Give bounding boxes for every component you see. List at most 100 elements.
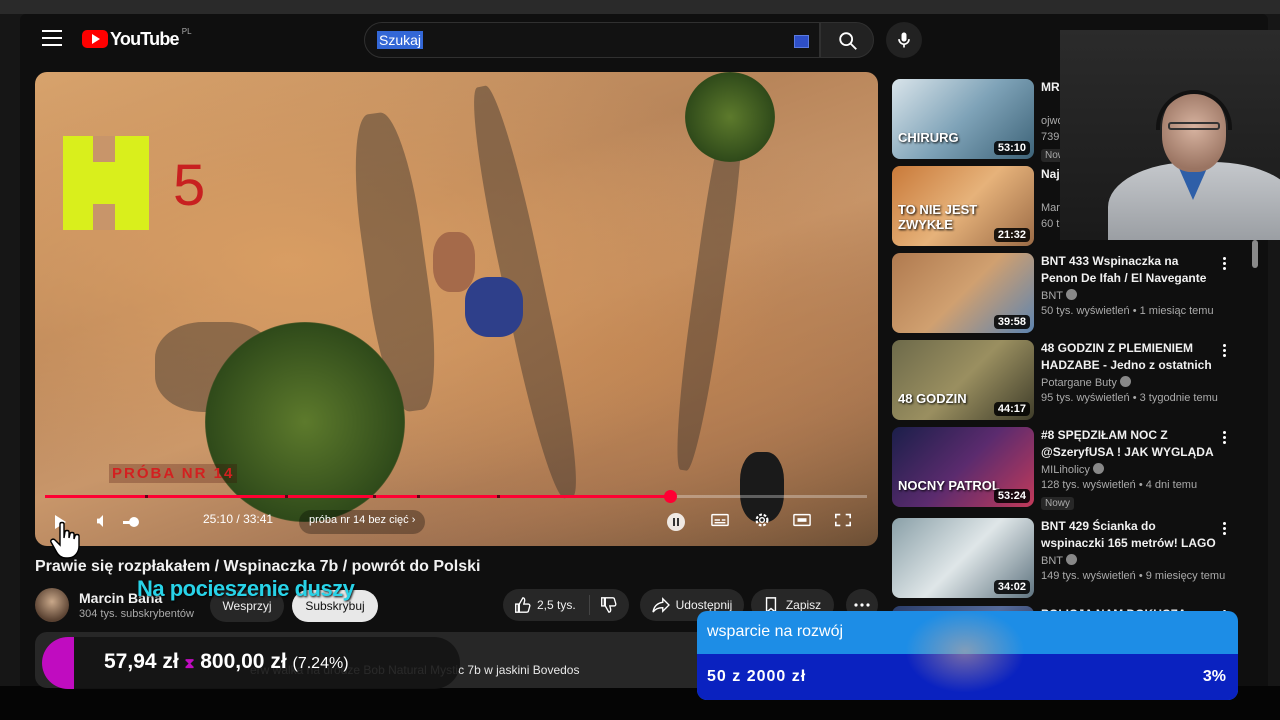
glasses-icon <box>1168 122 1220 130</box>
recommendation-channel[interactable]: MILiholicy <box>1041 463 1104 476</box>
volume-knob[interactable] <box>129 517 139 527</box>
search-input[interactable]: Szukaj <box>364 22 820 58</box>
progress-played <box>45 495 670 498</box>
channel-label: MILiholicy <box>1041 464 1090 476</box>
search-placeholder: Szukaj <box>377 31 424 49</box>
autoplay-toggle[interactable] <box>667 513 685 531</box>
recommendation-channel[interactable]: BNT <box>1041 554 1077 567</box>
chapter-marker <box>373 495 376 498</box>
sidebar-scrollbar[interactable] <box>1252 240 1258 268</box>
logo-text: YouTube <box>110 28 180 49</box>
recommendation-meta: 50 tys. wyświetleń • 1 miesiąc temu <box>1041 305 1214 317</box>
recommendation-channel[interactable]: Potargane Buty <box>1041 376 1131 389</box>
fullscreen-icon[interactable] <box>834 512 852 528</box>
donation-current: 57,94 zł <box>104 650 179 673</box>
video-frame-detail <box>205 322 405 522</box>
video-thumbnail[interactable]: 34:02 <box>892 518 1034 598</box>
video-thumbnail[interactable]: TO NIE JEST ZWYKŁE 21:32 <box>892 166 1034 246</box>
thumbnail-text: 48 GODZIN <box>898 391 967 406</box>
theater-mode-icon[interactable] <box>793 512 811 528</box>
video-duration: 34:02 <box>993 580 1030 594</box>
thumbnail-text: NOCNY PATROL <box>898 478 1000 493</box>
channel-avatar[interactable] <box>35 588 69 622</box>
recommendation-meta: 739 <box>1041 131 1060 143</box>
donation-percent: (7.24%) <box>292 655 349 672</box>
time-separator: / <box>236 512 240 526</box>
chapter-button[interactable]: próba nr 14 bez cięć › <box>299 510 426 534</box>
settings-gear-icon[interactable] <box>753 511 771 529</box>
verified-icon <box>1092 463 1104 474</box>
more-vertical-icon[interactable] <box>1223 522 1227 536</box>
recommendation-meta: 95 tys. wyświetleń • 3 tygodnie temu <box>1041 392 1218 404</box>
volume-icon[interactable] <box>97 515 103 527</box>
subscriber-count: 304 tys. subskrybentów <box>79 608 194 620</box>
recommendation-channel[interactable]: Mar <box>1041 202 1060 214</box>
subtitles-icon[interactable] <box>711 512 729 528</box>
like-count: 2,5 tys. <box>537 598 576 612</box>
video-player[interactable]: 5 PRÓBA NR 14 25:10 / 33:41 próba nr 14 … <box>35 72 878 546</box>
recommendation-title[interactable]: BNT 433 Wspinaczka na Penon De Ifah / El… <box>1041 253 1216 287</box>
logo-country-code: PL <box>181 26 192 36</box>
chapter-label: próba nr 14 bez cięć <box>309 514 409 526</box>
video-duration: 53:24 <box>993 489 1030 503</box>
verified-icon <box>1066 289 1077 300</box>
verified-icon <box>1119 376 1131 387</box>
share-icon <box>651 597 670 613</box>
save-label: Zapisz <box>785 598 822 612</box>
video-thumbnail[interactable]: NOCNY PATROL 53:24 <box>892 427 1034 507</box>
video-thumbnail[interactable]: 48 GODZIN 44:17 <box>892 340 1034 420</box>
microphone-icon <box>898 32 910 48</box>
recommendation-item[interactable]: NOCNY PATROL 53:24 #8 SPĘDZIŁAM NOC Z @Sze… <box>892 427 1242 510</box>
youtube-logo[interactable]: YouTube PL <box>82 26 192 50</box>
recommendation-item[interactable]: 39:58 BNT 433 Wspinaczka na Penon De Ifah… <box>892 253 1242 335</box>
hourglass-icon: ⧗ <box>184 655 195 671</box>
hand-cursor-icon <box>50 521 80 559</box>
donation-text: 57,94 zł ⧗ 800,00 zł (7.24%) <box>104 650 349 674</box>
verified-icon <box>1066 554 1077 565</box>
thumbnail-text: CHIRURG <box>898 130 959 145</box>
like-button[interactable]: 2,5 tys. <box>503 589 629 621</box>
voice-search-button[interactable] <box>886 22 922 58</box>
chapter-marker <box>145 495 148 498</box>
more-vertical-icon[interactable] <box>1223 344 1227 358</box>
video-duration: 39:58 <box>993 315 1030 329</box>
video-title: Prawie się rozpłakałem / Wspinaczka 7b /… <box>35 558 481 575</box>
video-thumbnail[interactable]: CHIRURG 53:10 <box>892 79 1034 159</box>
recommendation-item[interactable]: 34:02 BNT 429 Ścianka do wspinaczki 165 m… <box>892 518 1242 600</box>
menu-icon[interactable] <box>42 30 62 46</box>
video-frame-detail <box>465 277 523 337</box>
attempt-overlay-text: PRÓBA NR 14 <box>109 464 238 483</box>
share-label: Udostępnij <box>675 598 733 612</box>
progress-scrubber[interactable] <box>663 490 677 503</box>
chapter-marker <box>497 495 500 498</box>
more-vertical-icon[interactable] <box>1223 431 1227 445</box>
channel-label: BNT <box>1041 290 1063 302</box>
keyboard-icon[interactable] <box>794 35 809 48</box>
new-badge: Nowy <box>1041 497 1075 510</box>
video-frame-detail <box>685 72 775 162</box>
search-button[interactable] <box>820 22 874 58</box>
donation-goal-widget: wsparcie na rozwój 50 z 2000 zł 3% <box>697 611 1238 700</box>
video-thumbnail[interactable]: 39:58 <box>892 253 1034 333</box>
thumbs-down-icon[interactable] <box>599 596 617 614</box>
more-vertical-icon[interactable] <box>1223 257 1227 271</box>
recommendation-title[interactable]: 48 GODZIN Z PLEMIENIEM HADZABE - Jedno z… <box>1041 340 1216 374</box>
goal-amount: 50 z 2000 zł <box>707 668 807 685</box>
recommendation-channel[interactable]: BNT <box>1041 289 1077 302</box>
goal-title: wsparcie na rozwój <box>707 623 844 640</box>
recommendation-title[interactable]: #8 SPĘDZIŁAM NOC Z @SzeryfUSA ! JAK WYGL… <box>1041 427 1216 461</box>
watermark-notch <box>93 136 115 162</box>
chapter-marker <box>417 495 420 498</box>
recommendation-item[interactable]: 48 GODZIN 44:17 48 GODZIN Z PLEMIENIEM HAD… <box>892 340 1242 422</box>
donation-target: 800,00 zł <box>200 650 287 673</box>
recommendation-meta: 60 t <box>1041 218 1060 230</box>
video-frame-detail <box>433 232 475 292</box>
search-icon <box>839 32 857 50</box>
recommendation-meta: 128 tys. wyświetleń • 4 dni temu <box>1041 479 1198 491</box>
recommendation-title[interactable]: BNT 429 Ścianka do wspinaczki 165 metrów… <box>1041 518 1216 552</box>
time-total: 33:41 <box>243 512 274 526</box>
video-duration: 21:32 <box>993 228 1030 242</box>
video-duration: 44:17 <box>993 402 1030 416</box>
browser-chrome <box>0 0 1280 14</box>
watermark-notch <box>93 204 115 230</box>
